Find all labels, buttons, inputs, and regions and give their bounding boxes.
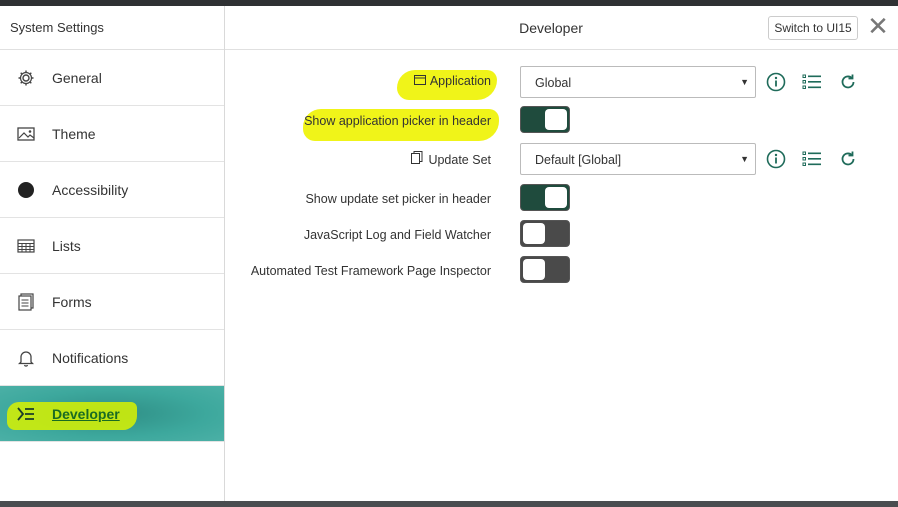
close-icon[interactable]: ✕ [865, 13, 891, 40]
sidebar-item-theme[interactable]: Theme [0, 106, 224, 162]
setting-label: Automated Test Framework Page Inspector [250, 264, 491, 278]
sidebar-item-general[interactable]: General [0, 50, 224, 106]
refresh-icon[interactable] [837, 148, 859, 170]
toggle-knob [545, 109, 567, 130]
application-label: Application [429, 74, 491, 88]
circle-icon [16, 180, 36, 200]
toggle-switch[interactable] [520, 184, 570, 211]
toggle-knob [523, 259, 545, 280]
setting-label: Show application picker in header [304, 114, 491, 128]
setting-row-show-app-picker: Show application picker in header [225, 106, 898, 141]
chevron-down-icon: ▼ [740, 154, 749, 164]
application-icon [413, 74, 426, 88]
setting-label: Application [413, 74, 491, 88]
content-header: Developer Switch to UI15 ✕ [225, 6, 898, 50]
sidebar-item-notifications[interactable]: Notifications [0, 330, 224, 386]
sidebar-item-lists[interactable]: Lists [0, 218, 224, 274]
setting-row-js-log: JavaScript Log and Field Watcher [225, 220, 898, 252]
sidebar: System Settings General Theme Accessibil… [0, 6, 225, 501]
table-icon [16, 236, 36, 256]
toggle-knob [545, 187, 567, 208]
toggle-switch[interactable] [520, 256, 570, 283]
sidebar-item-developer[interactable]: Developer [0, 386, 224, 442]
list-icon[interactable] [801, 71, 823, 93]
application-actions [765, 71, 859, 93]
update-set-actions [765, 148, 859, 170]
sidebar-item-label: Lists [52, 237, 81, 254]
sidebar-title: System Settings [0, 6, 224, 50]
update-set-label: Update Set [428, 153, 491, 167]
background-strip-bottom [0, 501, 898, 507]
sidebar-item-forms[interactable]: Forms [0, 274, 224, 330]
setting-label: JavaScript Log and Field Watcher [303, 228, 491, 242]
chevron-down-icon: ▼ [740, 77, 749, 87]
application-select-value: Global [535, 76, 572, 90]
info-icon[interactable] [765, 148, 787, 170]
application-select-box[interactable]: Global ▼ [520, 66, 756, 98]
sidebar-item-label: Developer [52, 405, 120, 422]
sidebar-item-label: General [52, 69, 102, 86]
toggle-knob [523, 223, 545, 244]
setting-row-atf-inspector: Automated Test Framework Page Inspector [225, 256, 898, 288]
update-set-select-value: Default [Global] [535, 153, 622, 167]
form-icon [16, 292, 36, 312]
system-settings-modal: System Settings General Theme Accessibil… [0, 6, 898, 501]
toggle-switch[interactable] [520, 220, 570, 247]
switch-to-ui15-button[interactable]: Switch to UI15 [768, 16, 858, 40]
setting-row-show-update-set-picker: Show update set picker in header [225, 184, 898, 216]
sidebar-item-accessibility[interactable]: Accessibility [0, 162, 224, 218]
gear-icon [16, 68, 36, 88]
setting-row-application: Application Global ▼ [225, 66, 898, 100]
list-icon[interactable] [801, 148, 823, 170]
bell-icon [16, 348, 36, 368]
sidebar-item-label: Notifications [52, 349, 129, 366]
setting-row-update-set: Update Set Default [Global] ▼ [225, 143, 898, 175]
developer-icon [16, 404, 36, 424]
sidebar-item-label: Accessibility [52, 181, 129, 198]
image-icon [16, 124, 36, 144]
update-set-select-box[interactable]: Default [Global] ▼ [520, 143, 756, 175]
setting-label: Show update set picker in header [305, 192, 491, 206]
refresh-icon[interactable] [837, 71, 859, 93]
sidebar-item-label: Forms [52, 293, 92, 310]
toggle-switch[interactable] [520, 106, 570, 133]
sidebar-item-label: Theme [52, 125, 96, 142]
info-icon[interactable] [765, 71, 787, 93]
setting-label: Update Set [411, 151, 491, 167]
document-icon [411, 151, 423, 167]
